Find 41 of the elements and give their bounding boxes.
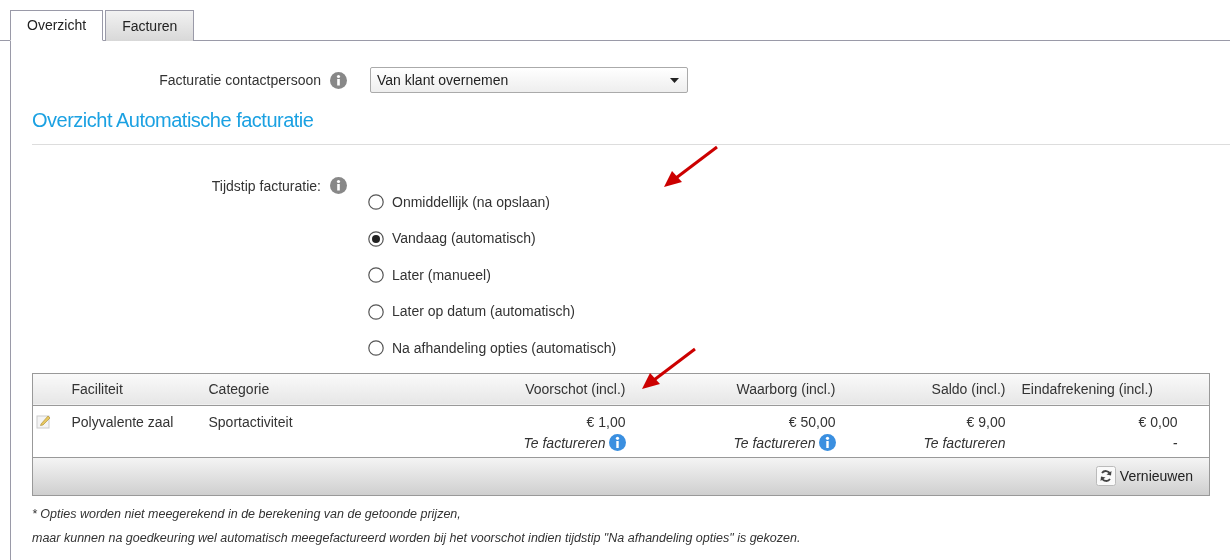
status-text: Te factureren [733, 434, 816, 451]
column-header: Voorschot (incl.) [450, 373, 634, 405]
radio-button[interactable] [368, 230, 384, 247]
table-cell: Polyvalente zaal [71, 413, 174, 430]
radio-button[interactable] [368, 340, 384, 357]
column-header: Saldo (incl.) [843, 373, 1014, 405]
option-label: Later op datum (automatisch) [392, 302, 575, 322]
refresh-icon [1095, 466, 1116, 486]
option-label: Vandaag (automatisch) [392, 229, 536, 249]
amount-text: € 9,00 [966, 413, 1006, 430]
option-label: Na afhandeling opties (automatisch) [392, 338, 617, 358]
radio-button[interactable] [368, 303, 384, 320]
tab[interactable]: Facturen [105, 10, 195, 41]
amount-text: € 0,00 [1138, 413, 1178, 430]
option-label: Later (manueel) [392, 265, 491, 285]
info-icon [330, 177, 347, 194]
column-header: Eindafrekening (incl.) [1013, 373, 1186, 405]
table-cell: Sportactiviteit [208, 413, 293, 430]
status-text: Te factureren [523, 434, 606, 451]
column-header: Categorie [200, 373, 451, 405]
field-label: Tijdstip facturatie: [210, 177, 321, 196]
column-header: Faciliteit [63, 373, 201, 405]
annotation-arrow [640, 346, 698, 392]
status-text: - [1172, 434, 1178, 451]
option-label: Onmiddellijk (na opslaan) [392, 192, 550, 212]
caret-icon [670, 77, 679, 83]
field-label: Facturatie contactpersoon [158, 70, 321, 90]
footnote: * Opties worden niet meegerekend in de berekening van de getoonde prijzen, [32, 505, 462, 523]
refresh-button[interactable]: Vernieuwen [1095, 465, 1193, 487]
annotation-arrow [662, 144, 720, 190]
contact-dropdown[interactable]: Van klant overnemen [370, 67, 688, 93]
amount-text: € 1,00 [586, 413, 626, 430]
status-text: Te factureren [923, 434, 1006, 451]
column-header: Waarborg (incl.) [633, 373, 844, 405]
info-icon [330, 71, 347, 89]
footnote: maar kunnen na goedkeuring wel automatisch meegefactureerd worden bij het voorschot indien tijdstip "Na afhandeling opties" is gekozen. [32, 529, 802, 547]
tab[interactable]: Overzicht [10, 10, 104, 41]
section-heading: Overzicht Automatische facturatie [32, 108, 315, 132]
amount-text: € 50,00 [788, 413, 836, 430]
radio-button[interactable] [368, 194, 384, 211]
radio-button[interactable] [368, 267, 384, 284]
